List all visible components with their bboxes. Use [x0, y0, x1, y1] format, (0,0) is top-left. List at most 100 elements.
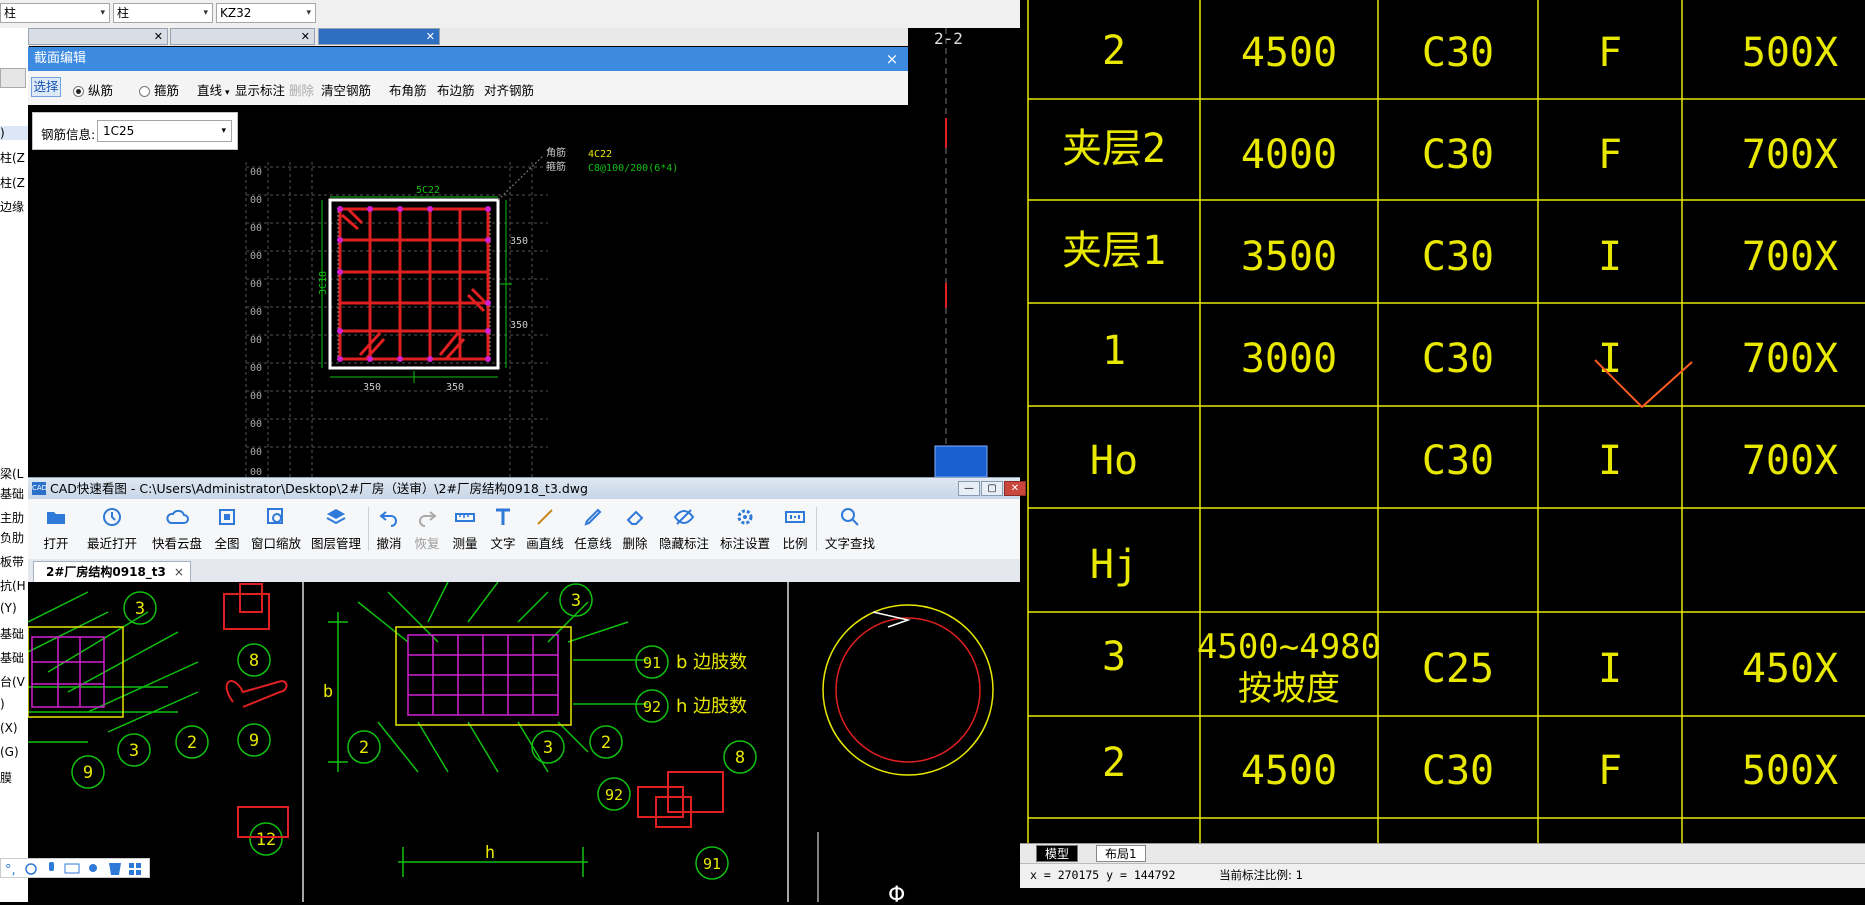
close-icon[interactable]: ×: [884, 47, 900, 71]
h-legs-label: h 边肢数: [676, 696, 747, 717]
chevron-down-icon: ▾: [225, 88, 230, 98]
dim-bottom-left: 350: [363, 382, 381, 393]
cloud-button[interactable]: 快看云盘: [150, 503, 204, 557]
dim-settings-label: 标注设置: [719, 536, 770, 551]
chevron-down-icon: ▾: [100, 8, 105, 18]
callout-number: 8: [249, 651, 259, 671]
left-item[interactable]: 柱(Z: [0, 149, 28, 166]
table-height-cell: 4000: [1241, 132, 1337, 178]
stirrup-label: 箍筋: [154, 83, 180, 98]
left-item[interactable]: 台(V: [0, 673, 28, 690]
section-editor-titlebar: 截面编辑 ×: [28, 47, 908, 71]
close-button[interactable]: ✕: [1004, 481, 1026, 496]
ruler-icon: [455, 513, 475, 522]
left-item[interactable]: 膜: [0, 769, 28, 786]
window-zoom-button[interactable]: 窗口缩放: [250, 503, 302, 557]
hide-dims-button[interactable]: 隐藏标注: [657, 503, 711, 557]
scale-readout: 当前标注比例: 1: [1219, 868, 1303, 882]
background-tab-active[interactable]: ✕: [318, 28, 440, 45]
close-icon[interactable]: ✕: [426, 30, 435, 43]
table-size-cell: 700X: [1742, 234, 1838, 280]
table-type-cell: F: [1598, 132, 1622, 178]
longitudinal-radio[interactable]: 纵筋: [73, 80, 113, 99]
rebar-info-combo[interactable]: 1C25 ▾: [97, 120, 232, 142]
left-item[interactable]: 边缘: [0, 198, 28, 215]
scale-button[interactable]: 比例: [780, 503, 810, 557]
undo-label: 撤消: [376, 536, 402, 551]
clear-rebar-button[interactable]: 清空钢筋: [321, 80, 371, 99]
cad-viewer-canvas[interactable]: 3 3 2 9 8 9 12 3 2 3 2 91 92 8 92 91 b h…: [27, 581, 1020, 905]
minimize-button[interactable]: —: [958, 481, 980, 496]
layout-tabs-bar: [1020, 843, 1865, 864]
undo-button[interactable]: 撤消: [374, 503, 404, 557]
ime-toolbar[interactable]: °,: [0, 858, 150, 878]
left-item[interactable]: 抗(H: [0, 577, 28, 594]
tab-model[interactable]: 模型: [1036, 845, 1079, 862]
left-item[interactable]: (G): [0, 745, 28, 759]
layer-manager-button[interactable]: 图层管理: [310, 503, 362, 557]
rebar-info-value: 1C25: [103, 124, 135, 138]
measure-button[interactable]: 测量: [450, 503, 480, 557]
grid-label: 00: [250, 363, 262, 374]
left-component-panel: ) 柱(Z 柱(Z 边缘 梁(L 基础 主肋 负肋 板带 抗(H (Y) 基础 …: [0, 28, 29, 902]
left-item[interactable]: 基础: [0, 649, 28, 666]
left-item[interactable]: 板带: [0, 553, 28, 570]
left-item[interactable]: 基础: [0, 485, 28, 502]
redo-button[interactable]: 恢复: [412, 503, 442, 557]
scale-icon: [785, 511, 805, 523]
type-combo[interactable]: 柱 ▾: [113, 3, 213, 23]
dim-b-label: b: [323, 682, 333, 702]
open-button[interactable]: 打开: [36, 503, 76, 557]
close-icon[interactable]: ✕: [301, 30, 310, 43]
table-type-cell: I: [1598, 646, 1622, 692]
select-button[interactable]: 选择: [31, 77, 61, 97]
callout-number: 92: [643, 698, 661, 716]
line-dropdown[interactable]: 直线 ▾: [197, 80, 230, 99]
stirrup-radio[interactable]: 箍筋: [139, 80, 179, 99]
dim-settings-button[interactable]: 标注设置: [718, 503, 772, 557]
right-cad-panel[interactable]: 2 4500 C30 F 500X 夹层2 4000 C30 F 700X 夹层…: [1020, 0, 1865, 902]
table-height-cell: 4500~4980: [1197, 627, 1381, 667]
freehand-button[interactable]: 任意线: [573, 503, 613, 557]
background-tab[interactable]: ✕: [28, 28, 168, 45]
background-tab[interactable]: ✕: [170, 28, 315, 45]
align-rebar-button[interactable]: 对齐钢筋: [484, 80, 534, 99]
left-item[interactable]: 主肋: [0, 509, 28, 526]
corner-rebar-value: 4C22: [588, 149, 612, 160]
text-search-button[interactable]: 文字查找: [822, 503, 878, 557]
tab-layout1[interactable]: 布局1: [1096, 845, 1146, 862]
section-canvas[interactable]: 00 00 00 00 00 00 00 00 00 00 00 00 5C22…: [28, 105, 908, 478]
left-item[interactable]: 负肋: [0, 529, 28, 546]
left-item[interactable]: 梁(L: [0, 465, 28, 482]
left-item[interactable]: ): [0, 126, 28, 140]
table-grade-cell: C30: [1422, 748, 1494, 794]
erase-button[interactable]: 删除: [620, 503, 650, 557]
left-item[interactable]: 柱(Z: [0, 174, 28, 191]
close-icon[interactable]: ×: [174, 565, 184, 579]
panel-tool-icon[interactable]: [0, 68, 26, 88]
maximize-button[interactable]: ▢: [981, 481, 1003, 496]
left-item[interactable]: 基础: [0, 625, 28, 642]
member-combo[interactable]: KZ32 ▾: [216, 3, 316, 23]
left-item[interactable]: (Y): [0, 601, 28, 615]
show-dims-button[interactable]: 显示标注: [235, 80, 285, 99]
recent-button[interactable]: 最近打开: [82, 503, 142, 557]
left-item[interactable]: ): [0, 697, 28, 711]
text-button[interactable]: 文字: [488, 503, 518, 557]
table-size-cell: 700X: [1742, 132, 1838, 178]
erase-label: 删除: [622, 536, 648, 551]
category-combo[interactable]: 柱 ▾: [0, 3, 110, 23]
table-grade-cell: C30: [1422, 234, 1494, 280]
close-icon[interactable]: ✕: [154, 30, 163, 43]
edge-rebar-button[interactable]: 布边筋: [437, 80, 475, 99]
leader-line: [497, 154, 545, 201]
full-view-button[interactable]: 全图: [212, 503, 242, 557]
left-item[interactable]: (X): [0, 721, 28, 735]
delete-button[interactable]: 删除: [289, 80, 314, 99]
draw-line-button[interactable]: 画直线: [525, 503, 565, 557]
member-combo-value: KZ32: [220, 6, 252, 20]
pen-icon: [584, 508, 602, 526]
table-grade-cell: C30: [1422, 132, 1494, 178]
document-tab-active[interactable]: 2#厂房结构0918_t3 ×: [33, 561, 191, 582]
corner-rebar-button[interactable]: 布角筋: [389, 80, 427, 99]
